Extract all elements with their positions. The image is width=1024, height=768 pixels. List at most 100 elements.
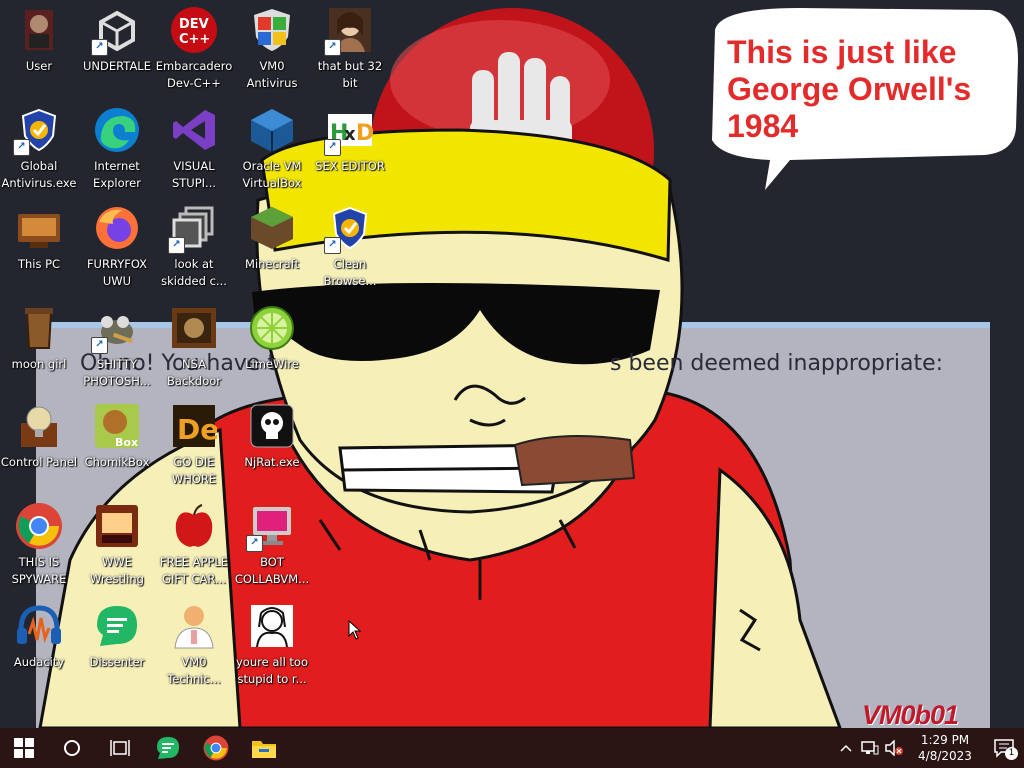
shortcut-arrow-icon: ↗	[168, 237, 185, 254]
edge-icon	[93, 106, 141, 154]
icon-label: SHITTY PHOTOSH...	[83, 357, 151, 388]
desktop-icon-minecraft[interactable]: Minecraft	[233, 198, 311, 294]
shortcut-arrow-icon: ↗	[324, 237, 341, 254]
icon-label: moon girl	[11, 357, 67, 371]
desktop-icon-njrat[interactable]: NjRat.exe	[233, 396, 311, 492]
desktop-icon-dissenter[interactable]: Dissenter	[78, 596, 156, 692]
svg-text:De: De	[177, 413, 217, 446]
desktop-icon-bot-collabvm[interactable]: ↗ BOT COLLABVM...	[233, 496, 311, 592]
apple-icon	[170, 502, 218, 550]
desktop-icon-look-at-skidded[interactable]: ↗ look at skidded c...	[155, 198, 233, 294]
desktop-icon-embarcadero-devcpp[interactable]: DEV C++ Embarcadero Dev-C++	[155, 0, 233, 96]
desktop-icon-this-is-spyware[interactable]: THIS IS SPYWARE	[0, 496, 78, 592]
shield-check-icon: ↗	[13, 106, 63, 156]
show-hidden-icons-chevron[interactable]	[834, 728, 858, 768]
shortcut-arrow-icon: ↗	[246, 535, 263, 552]
taskbar-chrome-button[interactable]	[192, 728, 240, 768]
desktop-icon-limewire[interactable]: LimeWire	[233, 298, 311, 394]
icon-label: that but 32 bit	[317, 59, 383, 90]
shortcut-arrow-icon: ↗	[13, 139, 30, 156]
shortcut-arrow-icon: ↗	[91, 337, 108, 354]
taskbar-file-explorer-button[interactable]	[240, 728, 288, 768]
wallpaper-watermark: VM0b01	[862, 700, 959, 730]
taskbar: 1:29 PM 4/8/2023 1	[0, 728, 1024, 768]
desktop-icon-youre-all-too-stupid[interactable]: youre all too stupid to r...	[233, 596, 311, 692]
icon-label: VM0 Technic...	[167, 655, 221, 686]
icon-label: VISUAL STUPI...	[171, 159, 217, 190]
virtualbox-icon	[248, 106, 296, 154]
computer-icon	[15, 204, 63, 252]
desktop-icon-undertale[interactable]: ↗ UNDERTALE	[78, 0, 156, 96]
svg-text:Box: Box	[115, 436, 138, 449]
lightbulb-icon	[15, 402, 63, 450]
desktop-icon-moon-girl[interactable]: moon girl	[0, 298, 78, 394]
desktop-icon-vm0-antivirus[interactable]: VM0 Antivirus	[233, 0, 311, 96]
desktop-icon-that-but-32-bit[interactable]: ↗ that but 32 bit	[311, 0, 389, 96]
desktop-icon-user[interactable]: User	[0, 0, 78, 96]
visual-studio-icon	[170, 106, 218, 154]
icon-label: Minecraft	[245, 257, 299, 271]
icon-label: look at skidded c...	[161, 257, 227, 288]
icon-label: BOT COLLABVM...	[234, 555, 310, 586]
skull-icon	[248, 402, 296, 450]
shortcut-arrow-icon: ↗	[91, 39, 108, 56]
monitor-icon: ↗	[246, 502, 296, 552]
hxd-icon: HxD ↗	[324, 106, 374, 156]
svg-text:DEV: DEV	[179, 17, 209, 32]
icon-label: NjRat.exe	[244, 455, 300, 469]
icon-label: UNDERTALE	[83, 59, 151, 73]
desktop-icon-shitty-photoshop[interactable]: ↗ SHITTY PHOTOSH...	[78, 298, 156, 394]
icon-label: Internet Explorer	[93, 159, 141, 190]
desktop-icon-internet-explorer[interactable]: Internet Explorer	[78, 100, 156, 196]
desktop-icon-furryfox[interactable]: FURRYFOX UWU	[78, 198, 156, 294]
desktop-icon-wwe-wrestling[interactable]: WWE Wrestling	[78, 496, 156, 592]
desktop-icon-vm0-technician[interactable]: VM0 Technic...	[155, 596, 233, 692]
clock-time: 1:29 PM	[920, 733, 970, 747]
start-button[interactable]	[0, 728, 48, 768]
desktop-icon-go-die[interactable]: De GO DIE WHORE	[155, 396, 233, 492]
svg-text:x: x	[344, 124, 356, 145]
desktop-icon-visual-stupid[interactable]: VISUAL STUPI...	[155, 100, 233, 196]
clock-date: 4/8/2023	[918, 749, 972, 763]
network-icon	[861, 741, 879, 755]
windows-start-icon	[14, 738, 34, 758]
taskbar-dissenter-button[interactable]	[144, 728, 192, 768]
desktop-icon-chomikbox[interactable]: Box ChomikBox	[78, 396, 156, 492]
icon-label: WWE Wrestling	[90, 555, 144, 586]
icon-label: SEX EDITOR	[315, 159, 385, 173]
desktop-icon-sex-editor[interactable]: HxD ↗ SEX EDITOR	[311, 100, 389, 196]
chrome-icon	[15, 502, 63, 550]
windows-shield-icon	[248, 6, 296, 54]
network-tray-button[interactable]	[858, 728, 882, 768]
desktop-icon-free-apple-gift-card[interactable]: FREE APPLE GIFT CAR...	[155, 496, 233, 592]
desktop-icon-this-pc[interactable]: This PC	[0, 198, 78, 294]
chrome-icon	[203, 735, 229, 761]
desktop-icon-grid: User ↗ Global Antivirus.exe This PC moon…	[0, 0, 400, 728]
shortcut-arrow-icon: ↗	[324, 39, 341, 56]
de-icon: De	[170, 402, 218, 450]
icon-label: This PC	[17, 257, 61, 271]
desktop-icon-global-antivirus[interactable]: ↗ Global Antivirus.exe	[0, 100, 78, 196]
svg-text:D: D	[356, 121, 374, 146]
sketch-portrait-icon	[248, 602, 296, 650]
action-center-button[interactable]: 1	[984, 728, 1024, 768]
icon-label: FREE APPLE GIFT CAR...	[159, 555, 229, 586]
volume-tray-button[interactable]	[882, 728, 906, 768]
desktop-icon-control-panel[interactable]: Control Panel	[0, 396, 78, 492]
desktop-icon-virtualbox[interactable]: Oracle VM VirtualBox	[233, 100, 311, 196]
doctor-icon	[170, 602, 218, 650]
search-button[interactable]	[48, 728, 96, 768]
system-tray: 1:29 PM 4/8/2023 1	[834, 728, 1024, 768]
hamster-icon: Box	[93, 402, 141, 450]
dissenter-icon	[157, 737, 179, 759]
icon-label: Control Panel	[0, 455, 78, 469]
bin-icon	[15, 304, 63, 352]
desktop-icon-audacity[interactable]: Audacity	[0, 596, 78, 692]
icon-label: GO DIE WHORE	[171, 455, 217, 486]
desktop-icon-nsa-backdoor[interactable]: NSA Backdoor	[155, 298, 233, 394]
task-view-button[interactable]	[96, 728, 144, 768]
desktop-icon-clean-browse[interactable]: ↗ Clean Browse...	[311, 198, 389, 294]
user-folder-icon	[15, 6, 63, 54]
clock[interactable]: 1:29 PM 4/8/2023	[906, 732, 984, 764]
task-view-icon	[110, 740, 130, 756]
